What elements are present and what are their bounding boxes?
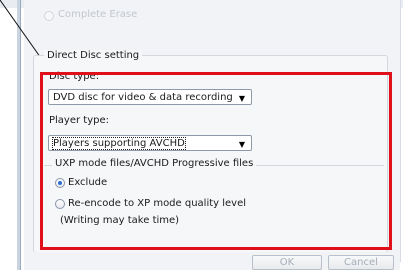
cancel-button[interactable]: Cancel [328,255,394,270]
highlight-frame [40,72,392,250]
complete-erase-option[interactable]: Complete Erase [44,9,138,21]
ok-button[interactable]: OK [252,255,322,270]
complete-erase-radio[interactable] [44,11,54,21]
button-bar: OK Cancel [24,252,400,270]
complete-erase-label: Complete Erase [58,9,138,20]
direct-disc-group-title: Direct Disc setting [44,50,143,61]
